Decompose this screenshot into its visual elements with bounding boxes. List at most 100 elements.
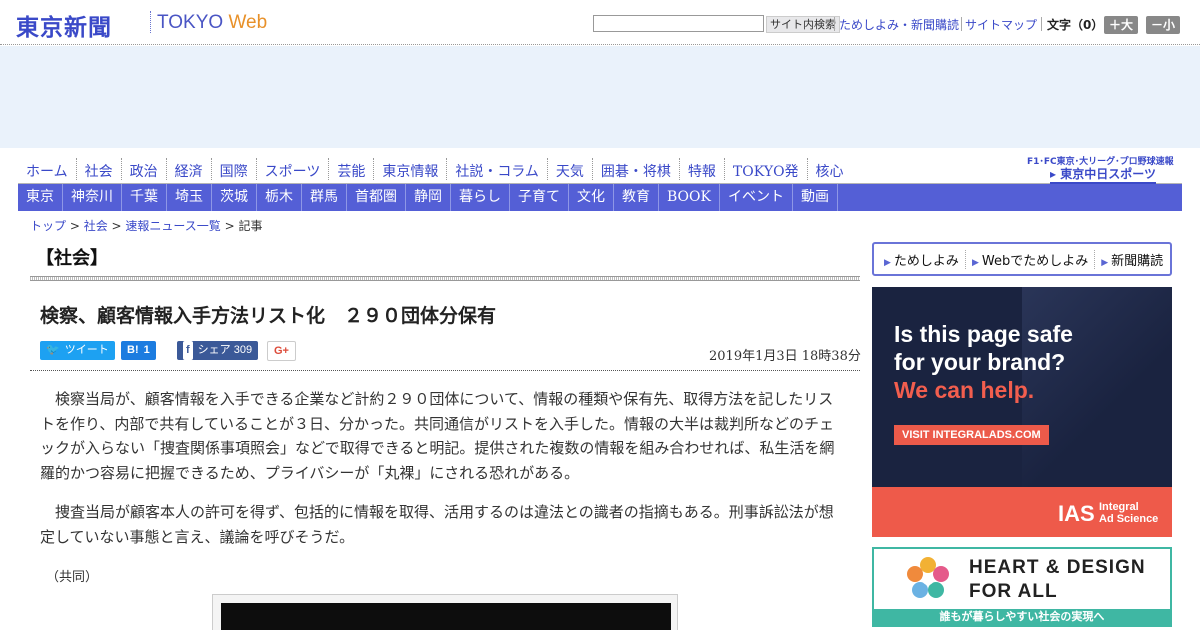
ad-heart-line1: HEART & DESIGN [969, 557, 1146, 578]
region-item-gunma[interactable]: 群馬 [302, 184, 347, 211]
nav-item-go-shogi[interactable]: 囲碁・将棋 [591, 158, 679, 180]
ad-ias-tagline: We can help. [894, 377, 1035, 403]
tweet-label: ツイート [64, 344, 109, 356]
arrow-right-icon: ▸ [1050, 167, 1061, 181]
triangle-right-icon: ▶ [884, 257, 891, 268]
subscription-links-box: ▶ ためしよみ ▶ Webでためしよみ ▶ 新聞購読 [872, 242, 1172, 276]
header-divider [1041, 17, 1042, 31]
breadcrumb-top[interactable]: トップ [30, 219, 66, 233]
breadcrumb-news-list[interactable]: 速報ニュース一覧 [125, 219, 220, 233]
region-item-capital-area[interactable]: 首都圏 [347, 184, 406, 211]
breadcrumb-current: 記事 [238, 219, 263, 233]
site-logo[interactable]: 東京新聞 [16, 8, 112, 42]
region-item-ibaraki[interactable]: 茨城 [212, 184, 257, 211]
region-item-education[interactable]: 教育 [614, 184, 659, 211]
ad-background-pattern [1022, 287, 1172, 487]
sitemap-link[interactable]: サイトマップ [965, 16, 1037, 33]
region-item-culture[interactable]: 文化 [569, 184, 614, 211]
facebook-share-label: シェア [197, 344, 231, 356]
triangle-right-icon: ▶ [971, 257, 979, 268]
trial-subscribe-link[interactable]: ためしよみ・新聞購読 [839, 16, 959, 33]
facebook-share-count: 309 [233, 344, 253, 356]
flower-logo-icon [907, 557, 949, 598]
sidebar-web-trial-label: Webでためしよみ [981, 253, 1089, 269]
nav-item-entertainment[interactable]: 芸能 [328, 158, 373, 180]
nav-item-editorial-column[interactable]: 社説・コラム [446, 158, 547, 180]
sidebar-trial-label: ためしよみ [893, 253, 959, 269]
section-divider [30, 276, 860, 281]
nav-item-weather[interactable]: 天気 [546, 158, 592, 180]
logo-divider [150, 11, 151, 33]
site-header: 東京新聞 TOKYO Web サイト内検索 ためしよみ・新聞購読 サイトマップ … [0, 0, 1200, 45]
chunichi-sports-logo[interactable]: ▸ 東京中日スポーツ [1050, 165, 1156, 184]
tweet-button[interactable]: 🐦 ツイート [40, 341, 115, 360]
chunichi-sports-logo-text: 東京中日スポーツ [1060, 167, 1156, 181]
nav-item-international[interactable]: 国際 [210, 158, 256, 180]
hatena-bookmark-icon: B! [127, 344, 139, 356]
hatena-count: 1 [143, 344, 150, 356]
hatena-bookmark-button[interactable]: B! 1 [121, 341, 156, 360]
region-item-chiba[interactable]: 千葉 [122, 184, 167, 211]
sidebar-ad-heart-design[interactable]: HEART & DESIGN FOR ALL 誰もが暮らしやすい社会の実現へ [872, 547, 1172, 627]
facebook-share-button[interactable]: f シェア 309 [177, 341, 259, 360]
nav-item-economy[interactable]: 経済 [165, 158, 211, 180]
ad-heart-band: 誰もが暮らしやすい社会の実現へ [874, 609, 1170, 625]
ias-brand-line1: Integral [1099, 501, 1139, 513]
nav-item-core[interactable]: 核心 [806, 158, 852, 180]
region-item-event[interactable]: イベント [720, 184, 793, 211]
publish-date: 2019年1月3日 18時38分 [709, 349, 861, 364]
nav-item-special-report[interactable]: 特報 [678, 158, 724, 180]
region-item-tokyo[interactable]: 東京 [18, 184, 63, 211]
section-title: 【社会】 [36, 248, 108, 269]
region-item-book[interactable]: BOOK [659, 184, 720, 211]
sidebar-ad-ias[interactable]: Is this page safe for your brand? We can… [872, 287, 1172, 537]
site-logo-english[interactable]: TOKYO Web [157, 12, 267, 34]
sidebar-subscribe-link[interactable]: ▶ 新聞購読 [1095, 250, 1169, 269]
article-paragraph: 検察当局が、顧客情報を入手できる企業など計約２９０団体について、情報の種類や保有… [40, 390, 835, 482]
region-item-kanagawa[interactable]: 神奈川 [63, 184, 122, 211]
logo-web-text: Web [228, 12, 268, 33]
header-divider [961, 17, 962, 31]
nav-item-sports[interactable]: スポーツ [255, 158, 329, 180]
site-search-input[interactable] [593, 15, 764, 32]
font-larger-button[interactable]: ＋大 [1104, 16, 1139, 34]
twitter-bird-icon: 🐦 [46, 344, 60, 356]
font-size-label: 文字（0） [1047, 18, 1104, 32]
breadcrumb: トップ > 社会 > 速報ニュース一覧 > 記事 [30, 217, 263, 234]
nav-item-tokyo-origin[interactable]: TOKYO発 [723, 158, 807, 180]
ias-logo: IAS [1058, 501, 1095, 526]
regional-nav: 東京 神奈川 千葉 埼玉 茨城 栃木 群馬 首都圏 静岡 暮らし 子育て 文化 … [18, 184, 1182, 211]
google-plus-button[interactable]: G+ [267, 341, 296, 361]
date-divider [30, 370, 860, 371]
ad-ias-line2: for your brand? [894, 349, 1066, 375]
font-smaller-button[interactable]: －小 [1146, 16, 1181, 34]
breadcrumb-separator: > [107, 219, 126, 233]
nav-item-tokyo-info[interactable]: 東京情報 [373, 158, 446, 180]
article-credit: （共同） [46, 570, 99, 585]
breadcrumb-separator: > [66, 219, 84, 233]
top-ad-banner[interactable] [0, 46, 1200, 148]
region-item-video[interactable]: 動画 [793, 184, 838, 211]
ad-ias-headline: Is this page safe for your brand? [894, 320, 1073, 376]
region-item-living[interactable]: 暮らし [451, 184, 510, 211]
ad-heart-line2: FOR ALL [969, 581, 1058, 602]
region-item-tochigi[interactable]: 栃木 [257, 184, 302, 211]
global-nav: ホーム 社会 政治 経済 国際 スポーツ 芸能 東京情報 社説・コラム 天気 囲… [18, 156, 1018, 184]
nav-item-society[interactable]: 社会 [75, 158, 121, 180]
article-paragraph: 捜査当局が顧客本人の許可を得ず、包括的に情報を取得、活用するのは違法との識者の指… [40, 503, 834, 546]
nav-item-politics[interactable]: 政治 [120, 158, 166, 180]
nav-item-home[interactable]: ホーム [18, 158, 76, 180]
ad-ias-cta-button[interactable]: VISIT INTEGRALADS.COM [894, 425, 1049, 445]
region-item-parenting[interactable]: 子育て [510, 184, 569, 211]
sidebar-trial-link[interactable]: ▶ ためしよみ [878, 249, 966, 269]
triangle-right-icon: ▶ [1101, 257, 1109, 268]
sidebar-subscribe-label: 新聞購読 [1111, 253, 1164, 269]
article-photo[interactable] [221, 603, 671, 630]
article-headline: 検察、顧客情報入手方法リスト化 ２９０団体分保有 [40, 305, 497, 327]
sidebar-web-trial-link[interactable]: ▶ Webでためしよみ [966, 249, 1096, 269]
region-item-saitama[interactable]: 埼玉 [167, 184, 212, 211]
breadcrumb-separator: > [220, 219, 239, 233]
region-item-shizuoka[interactable]: 静岡 [406, 184, 451, 211]
site-search-button[interactable]: サイト内検索 [766, 16, 840, 33]
breadcrumb-society[interactable]: 社会 [84, 219, 108, 233]
